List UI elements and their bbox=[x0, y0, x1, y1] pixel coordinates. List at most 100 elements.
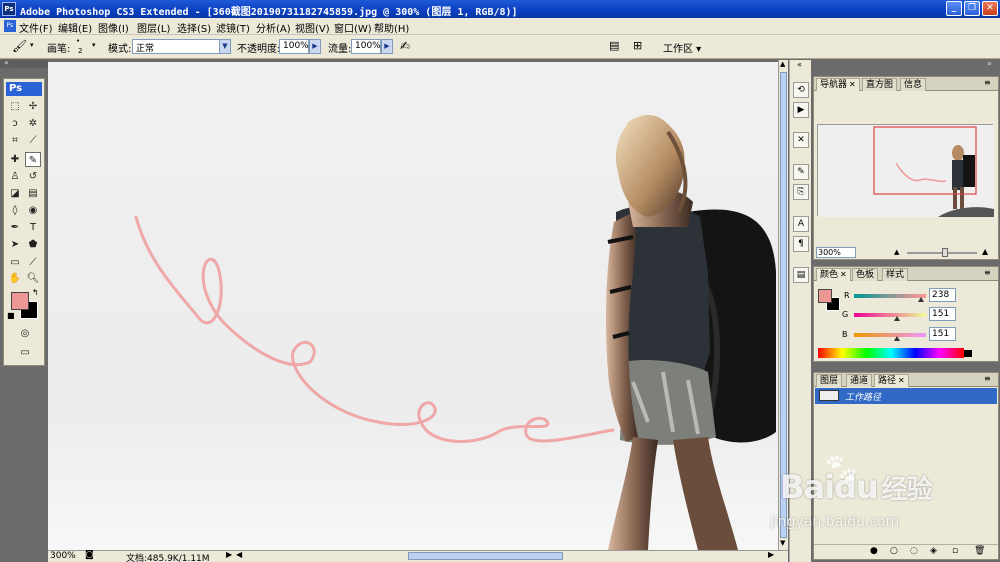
document-canvas[interactable] bbox=[48, 62, 778, 550]
clone-source-panel-icon[interactable]: ⎘ bbox=[793, 184, 809, 200]
paragraph-panel-icon[interactable]: ¶ bbox=[793, 236, 809, 252]
type-tool-icon[interactable]: T bbox=[25, 220, 41, 235]
opacity-input[interactable]: 100% bbox=[279, 39, 309, 54]
zoom-in-icon[interactable]: ▲ bbox=[982, 247, 988, 256]
go-to-bridge-icon[interactable]: ⊞ bbox=[633, 39, 642, 52]
menu-layer[interactable]: 图层(L) bbox=[137, 20, 170, 35]
tab-info[interactable]: 信息 bbox=[900, 78, 927, 91]
zoom-tool-icon[interactable]: 🔍︎ bbox=[25, 271, 41, 286]
blur-tool-icon[interactable]: ◊ bbox=[7, 203, 23, 218]
marquee-tool-icon[interactable]: ⬚ bbox=[7, 99, 23, 114]
menu-image[interactable]: 图像(I) bbox=[98, 20, 129, 35]
notes-tool-icon[interactable]: ▭ bbox=[7, 255, 23, 270]
close-icon[interactable]: ✕ bbox=[840, 270, 847, 279]
channel-b-knob[interactable] bbox=[894, 336, 900, 341]
character-panel-icon[interactable]: A bbox=[793, 216, 809, 232]
scroll-right-icon[interactable]: ▶ bbox=[768, 550, 774, 559]
navigator-zoom-knob[interactable] bbox=[942, 248, 948, 257]
panel-menu-icon[interactable]: ≡ bbox=[984, 268, 991, 277]
brush-tool-icon[interactable]: 🖌 bbox=[12, 39, 27, 53]
path-selection-tool-icon[interactable]: ➤ bbox=[7, 237, 23, 252]
restore-button[interactable]: ❐ bbox=[964, 1, 980, 16]
channel-b-value[interactable]: 151 bbox=[929, 327, 956, 341]
tab-styles[interactable]: 样式 bbox=[882, 268, 909, 281]
channel-r-value[interactable]: 238 bbox=[929, 288, 956, 302]
minimize-button[interactable]: _ bbox=[946, 1, 962, 16]
channel-r-slider[interactable] bbox=[854, 294, 926, 298]
expand-arrows-icon[interactable]: « bbox=[797, 60, 802, 69]
zoom-level[interactable]: 300% bbox=[50, 551, 76, 561]
black-swatch[interactable] bbox=[964, 350, 972, 357]
menu-analysis[interactable]: 分析(A) bbox=[256, 20, 291, 35]
opacity-arrow-icon[interactable]: ▶ bbox=[309, 39, 321, 54]
brushes-panel-icon[interactable]: ✎ bbox=[793, 164, 809, 180]
scroll-left-icon[interactable]: ◀ bbox=[236, 550, 242, 559]
menu-filter[interactable]: 滤镜(T) bbox=[216, 20, 250, 35]
menu-file[interactable]: 文件(F) bbox=[19, 20, 53, 35]
lasso-tool-icon[interactable]: ↄ bbox=[7, 116, 23, 131]
foreground-color-swatch[interactable] bbox=[11, 292, 29, 310]
status-menu-arrow-icon[interactable]: ▶ bbox=[226, 550, 232, 559]
gradient-tool-icon[interactable]: ▤ bbox=[25, 186, 41, 201]
menu-view[interactable]: 视图(V) bbox=[295, 20, 330, 35]
app-icon[interactable]: Ps bbox=[4, 20, 16, 32]
tool-presets-panel-icon[interactable]: ✕ bbox=[793, 132, 809, 148]
hand-tool-icon[interactable]: ✋ bbox=[7, 271, 23, 286]
mode-dropdown-icon[interactable]: ▼ bbox=[219, 39, 231, 54]
healing-brush-tool-icon[interactable]: ✚ bbox=[7, 152, 23, 167]
eyedropper-tool-icon[interactable]: ⟋ bbox=[25, 255, 41, 270]
clone-stamp-tool-icon[interactable]: ♙ bbox=[7, 169, 23, 184]
palette-well-icon[interactable]: ▤ bbox=[609, 39, 619, 52]
quick-mask-icon[interactable]: ◎ bbox=[16, 326, 34, 341]
flow-input[interactable]: 100% bbox=[351, 39, 381, 54]
brush-tool-icon[interactable]: ✎ bbox=[25, 152, 41, 167]
eraser-tool-icon[interactable]: ◪ bbox=[7, 186, 23, 201]
status-info-icon[interactable]: ◙ bbox=[85, 550, 94, 560]
default-colors-icon[interactable]: ■ bbox=[7, 311, 15, 320]
dodge-tool-icon[interactable]: ◉ bbox=[25, 203, 41, 218]
tool-preset-dropdown-icon[interactable]: ▾ bbox=[30, 41, 34, 49]
crop-tool-icon[interactable]: ⌗ bbox=[7, 133, 23, 148]
screen-mode-icon[interactable]: ▭ bbox=[14, 345, 36, 360]
zoom-out-icon[interactable]: ▲ bbox=[894, 248, 899, 256]
history-panel-icon[interactable]: ⟲ bbox=[793, 82, 809, 98]
close-button[interactable]: ✕ bbox=[982, 1, 998, 16]
horizontal-scroll-thumb[interactable] bbox=[408, 552, 563, 560]
close-icon[interactable]: ✕ bbox=[849, 80, 856, 89]
navigator-zoom-input[interactable]: 300% bbox=[816, 247, 856, 258]
actions-panel-icon[interactable]: ▶ bbox=[793, 102, 809, 118]
tab-layers[interactable]: 图层 bbox=[816, 374, 843, 387]
path-row[interactable]: 工作路径 bbox=[815, 388, 997, 404]
brush-picker-icon[interactable]: ▾ bbox=[92, 41, 96, 49]
brush-size[interactable]: 2 bbox=[78, 47, 82, 55]
navigator-thumbnail[interactable] bbox=[817, 124, 994, 217]
flow-arrow-icon[interactable]: ▶ bbox=[381, 39, 393, 54]
panel-menu-icon[interactable]: ≡ bbox=[984, 374, 991, 383]
dock-collapse-icon[interactable]: » bbox=[987, 59, 992, 68]
pen-tool-icon[interactable]: ✒ bbox=[7, 220, 23, 235]
tab-navigator[interactable]: 导航器 ✕ bbox=[816, 78, 860, 91]
close-icon[interactable]: ✕ bbox=[898, 376, 905, 385]
workspace-menu[interactable]: 工作区 ▾ bbox=[663, 40, 701, 55]
move-tool-icon[interactable]: ✢ bbox=[25, 99, 41, 114]
channel-g-value[interactable]: 151 bbox=[929, 307, 956, 321]
panel-menu-icon[interactable]: ≡ bbox=[984, 78, 991, 87]
tab-histogram[interactable]: 直方图 bbox=[862, 78, 898, 91]
channel-r-knob[interactable] bbox=[918, 297, 924, 302]
layer-comps-panel-icon[interactable]: ▤ bbox=[793, 267, 809, 283]
history-brush-tool-icon[interactable]: ↺ bbox=[25, 169, 41, 184]
menu-window[interactable]: 窗口(W) bbox=[334, 20, 372, 35]
mode-select[interactable]: 正常 bbox=[132, 39, 220, 54]
menu-help[interactable]: 帮助(H) bbox=[374, 20, 409, 35]
tab-channels[interactable]: 通道 bbox=[846, 374, 873, 387]
color-spectrum-bar[interactable] bbox=[818, 348, 964, 358]
tab-swatches[interactable]: 色板 bbox=[852, 268, 879, 281]
shape-tool-icon[interactable]: ⬟ bbox=[25, 237, 41, 252]
channel-g-slider[interactable] bbox=[854, 313, 926, 317]
slice-tool-icon[interactable]: ⟋ bbox=[25, 133, 41, 148]
airbrush-icon[interactable]: ✍ bbox=[400, 39, 410, 53]
swap-colors-icon[interactable]: ↰ bbox=[32, 288, 39, 297]
tab-color[interactable]: 颜色 ✕ bbox=[816, 268, 851, 281]
collapse-arrows-icon[interactable]: « bbox=[4, 58, 9, 67]
menu-edit[interactable]: 编辑(E) bbox=[58, 20, 92, 35]
